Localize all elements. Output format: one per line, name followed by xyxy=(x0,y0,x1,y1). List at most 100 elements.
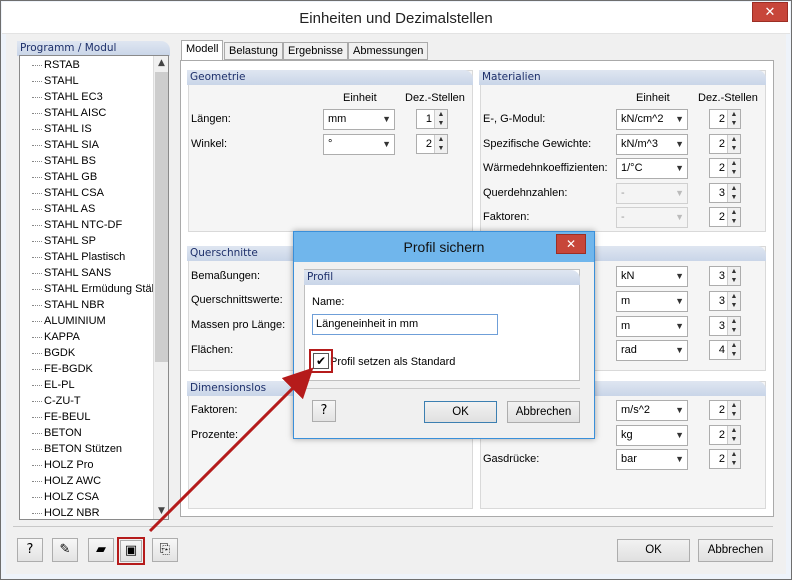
decimal-spinner[interactable]: 2 ▲ ▼ xyxy=(709,400,741,420)
decimal-spinner[interactable]: 4 ▲ ▼ xyxy=(709,340,741,360)
tree-item[interactable]: FE-BEUL xyxy=(20,409,90,425)
decimal-spinner[interactable]: 2 ▲ ▼ xyxy=(709,425,741,445)
tree-item[interactable]: RSTAB xyxy=(20,57,80,73)
scroll-up-icon[interactable]: ▲ xyxy=(154,56,168,71)
unit-select[interactable]: kg ▼ xyxy=(616,425,688,446)
tree-item[interactable]: STAHL Plastisch xyxy=(20,249,125,265)
dialog-close-button[interactable]: ✕ xyxy=(556,234,586,254)
unit-select[interactable]: m ▼ xyxy=(616,291,688,312)
spin-arrows-icon[interactable]: ▲ ▼ xyxy=(727,135,740,153)
export-icon[interactable]: ⎘ xyxy=(152,538,178,562)
dialog-ok-button[interactable]: OK xyxy=(424,401,497,423)
decimal-spinner[interactable]: 2 ▲ ▼ xyxy=(709,109,741,129)
tree-scrollbar[interactable]: ▲ ▼ xyxy=(153,56,168,519)
tree-item[interactable]: STAHL SP xyxy=(20,233,96,249)
spin-arrows-icon[interactable]: ▲ ▼ xyxy=(727,184,740,202)
tree-item[interactable]: STAHL NTC-DF xyxy=(20,217,122,233)
tree-item[interactable]: BETON Stützen xyxy=(20,441,122,457)
winkel-dec-spinner[interactable]: 2 ▲ ▼ xyxy=(416,134,448,154)
unit-select[interactable]: kN/cm^2 ▼ xyxy=(616,109,688,130)
laengen-unit-select[interactable]: mm ▼ xyxy=(323,109,395,130)
spin-arrows-icon[interactable]: ▲ ▼ xyxy=(434,135,447,153)
decimal-spinner[interactable]: 2 ▲ ▼ xyxy=(709,207,741,227)
tree-item[interactable]: C-ZU-T xyxy=(20,393,81,409)
spin-arrows-icon[interactable]: ▲ ▼ xyxy=(727,426,740,444)
unit-select[interactable]: kN ▼ xyxy=(616,266,688,287)
tree-item-label: STAHL SIA xyxy=(44,139,100,151)
name-input[interactable]: Längeneinheit in mm xyxy=(312,314,498,335)
unit-value: - xyxy=(621,211,625,223)
tree-item[interactable]: STAHL SIA xyxy=(20,137,99,153)
tab-modell[interactable]: Modell xyxy=(181,40,224,61)
tree-item[interactable]: STAHL IS xyxy=(20,121,92,137)
tab-ergebnisse[interactable]: Ergebnisse xyxy=(283,42,349,60)
unit-select[interactable]: kN/m^3 ▼ xyxy=(616,134,688,155)
unit-select[interactable]: m ▼ xyxy=(616,316,688,337)
laengen-dec-spinner[interactable]: 1 ▲ ▼ xyxy=(416,109,448,129)
winkel-unit-select[interactable]: ° ▼ xyxy=(323,134,395,155)
open-folder-icon[interactable]: ▰ xyxy=(88,538,114,562)
chevron-down-icon: ▼ xyxy=(675,188,684,198)
spin-arrows-icon[interactable]: ▲ ▼ xyxy=(434,110,447,128)
spin-arrows-icon[interactable]: ▲ ▼ xyxy=(727,401,740,419)
tree-item[interactable]: HOLZ NBR xyxy=(20,505,100,519)
decimal-spinner[interactable]: 3 ▲ ▼ xyxy=(709,183,741,203)
tree-item[interactable]: STAHL NBR xyxy=(20,297,105,313)
decimal-spinner[interactable]: 3 ▲ ▼ xyxy=(709,316,741,336)
spin-arrows-icon[interactable]: ▲ ▼ xyxy=(727,208,740,226)
spin-arrows-icon[interactable]: ▲ ▼ xyxy=(727,341,740,359)
tree-item[interactable]: BGDK xyxy=(20,345,75,361)
unit-select[interactable]: rad ▼ xyxy=(616,340,688,361)
tab-belastung[interactable]: Belastung xyxy=(224,42,283,60)
tree-item[interactable]: KAPPA xyxy=(20,329,80,345)
tree-item[interactable]: HOLZ CSA xyxy=(20,489,99,505)
spin-arrows-icon[interactable]: ▲ ▼ xyxy=(727,292,740,310)
tree-item[interactable]: FE-BGDK xyxy=(20,361,93,377)
spin-arrows-icon[interactable]: ▲ ▼ xyxy=(727,110,740,128)
tree-item[interactable]: STAHL SANS xyxy=(20,265,111,281)
close-button[interactable]: ✕ xyxy=(752,2,788,22)
save-highlight-box xyxy=(117,537,145,565)
tree-item[interactable]: STAHL xyxy=(20,73,79,89)
spin-arrows-icon[interactable]: ▲ ▼ xyxy=(727,267,740,285)
tree-item[interactable]: EL-PL xyxy=(20,377,75,393)
tree-connector xyxy=(32,304,42,306)
edit-icon[interactable]: ✎ xyxy=(52,538,78,562)
tree-item-label: BETON Stützen xyxy=(44,443,123,455)
dialog-cancel-button[interactable]: Abbrechen xyxy=(507,401,580,423)
spin-arrows-icon[interactable]: ▲ ▼ xyxy=(727,317,740,335)
decimal-spinner[interactable]: 3 ▲ ▼ xyxy=(709,266,741,286)
unit-select[interactable]: bar ▼ xyxy=(616,449,688,470)
ok-button[interactable]: OK xyxy=(617,539,690,562)
tree-item[interactable]: STAHL AS xyxy=(20,201,95,217)
decimal-spinner[interactable]: 2 ▲ ▼ xyxy=(709,158,741,178)
geometrie-header: Geometrie xyxy=(187,70,473,85)
cancel-button[interactable]: Abbrechen xyxy=(698,539,773,562)
tab-abmessungen[interactable]: Abmessungen xyxy=(348,42,429,60)
tree-item[interactable]: STAHL Ermüdung Stäb xyxy=(20,281,158,297)
tree-item-label: BGDK xyxy=(44,347,76,359)
help-icon[interactable]: ? xyxy=(312,400,336,422)
decimal-spinner[interactable]: 2 ▲ ▼ xyxy=(709,449,741,469)
decimal-spinner[interactable]: 3 ▲ ▼ xyxy=(709,291,741,311)
tree-item[interactable]: HOLZ Pro xyxy=(20,457,94,473)
program-module-tree[interactable]: RSTAB STAHL STAHL EC3 STAHL AISC STAHL IS STA… xyxy=(19,55,169,520)
unit-select[interactable]: m/s^2 ▼ xyxy=(616,400,688,421)
tree-item[interactable]: ALUMINIUM xyxy=(20,313,106,329)
tree-item[interactable]: BETON xyxy=(20,425,82,441)
tree-item[interactable]: HOLZ AWC xyxy=(20,473,101,489)
tree-item[interactable]: STAHL AISC xyxy=(20,105,106,121)
tree-item[interactable]: STAHL GB xyxy=(20,169,97,185)
chevron-down-icon: ▼ xyxy=(382,114,391,124)
scroll-down-icon[interactable]: ▼ xyxy=(154,504,168,519)
scrollbar-thumb[interactable] xyxy=(155,72,168,362)
tree-connector xyxy=(32,240,42,242)
tree-item[interactable]: STAHL CSA xyxy=(20,185,104,201)
spin-arrows-icon[interactable]: ▲ ▼ xyxy=(727,159,740,177)
spin-arrows-icon[interactable]: ▲ ▼ xyxy=(727,450,740,468)
unit-select[interactable]: 1/°C ▼ xyxy=(616,158,688,179)
help-icon[interactable]: ? xyxy=(17,538,43,562)
decimal-spinner[interactable]: 2 ▲ ▼ xyxy=(709,134,741,154)
tree-item[interactable]: STAHL EC3 xyxy=(20,89,103,105)
tree-item[interactable]: STAHL BS xyxy=(20,153,96,169)
